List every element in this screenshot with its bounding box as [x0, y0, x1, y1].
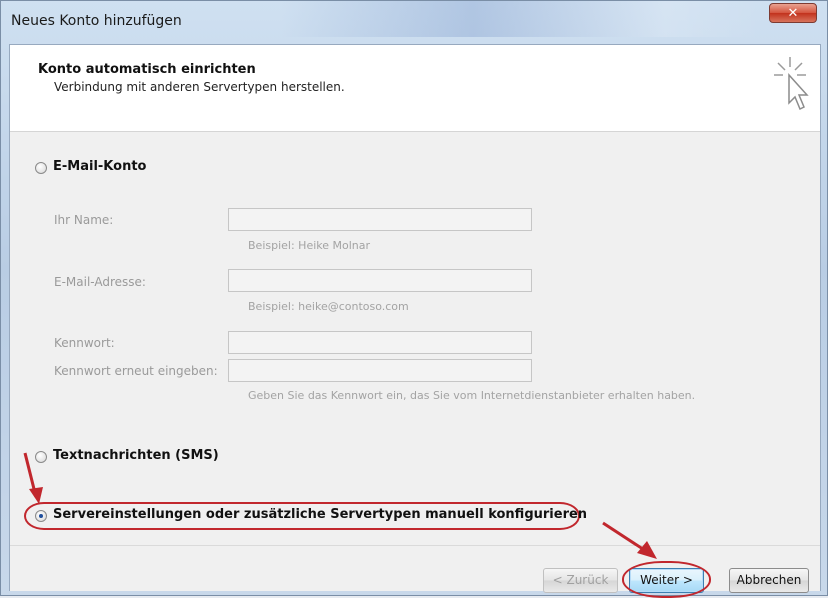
sms-radio[interactable] [35, 451, 47, 463]
email-address-input[interactable] [228, 269, 532, 292]
name-label: Ihr Name: [54, 213, 114, 227]
manual-config-radio[interactable] [35, 510, 47, 522]
dialog-client-area: Konto automatisch einrichten Verbindung … [9, 44, 821, 598]
window-title: Neues Konto hinzufügen [11, 13, 182, 29]
email-account-radio[interactable] [35, 162, 47, 174]
email-address-hint: Beispiel: heike@contoso.com [248, 300, 409, 313]
dialog-window: Neues Konto hinzufügen ✕ Konto automatis… [0, 0, 828, 598]
password-input[interactable] [228, 331, 532, 354]
wizard-cursor-icon [774, 57, 809, 111]
title-bar-glass [281, 1, 761, 37]
wizard-footer: < Zurück Weiter > Abbrechen [10, 545, 820, 598]
password-hint: Geben Sie das Kennwort ein, das Sie vom … [248, 389, 696, 402]
password-repeat-input[interactable] [228, 359, 532, 382]
title-bar[interactable]: Neues Konto hinzufügen ✕ [1, 1, 827, 41]
sms-label[interactable]: Textnachrichten (SMS) [53, 448, 219, 463]
header-title: Konto automatisch einrichten [38, 62, 256, 77]
name-hint: Beispiel: Heike Molnar [248, 239, 371, 252]
email-account-label[interactable]: E-Mail-Konto [53, 159, 146, 174]
back-button[interactable]: < Zurück [543, 568, 618, 593]
close-button[interactable]: ✕ [769, 3, 817, 23]
password-repeat-label: Kennwort erneut eingeben: [54, 364, 218, 378]
password-label: Kennwort: [54, 336, 115, 350]
cancel-button[interactable]: Abbrechen [729, 568, 809, 593]
header-subtitle: Verbindung mit anderen Servertypen herst… [54, 80, 345, 94]
wizard-header: Konto automatisch einrichten Verbindung … [10, 45, 820, 132]
name-input[interactable] [228, 208, 532, 231]
next-button-highlight [622, 561, 711, 598]
manual-config-label[interactable]: Servereinstellungen oder zusätzliche Ser… [53, 507, 587, 522]
email-address-label: E-Mail-Adresse: [54, 275, 146, 289]
close-icon: ✕ [787, 6, 799, 21]
